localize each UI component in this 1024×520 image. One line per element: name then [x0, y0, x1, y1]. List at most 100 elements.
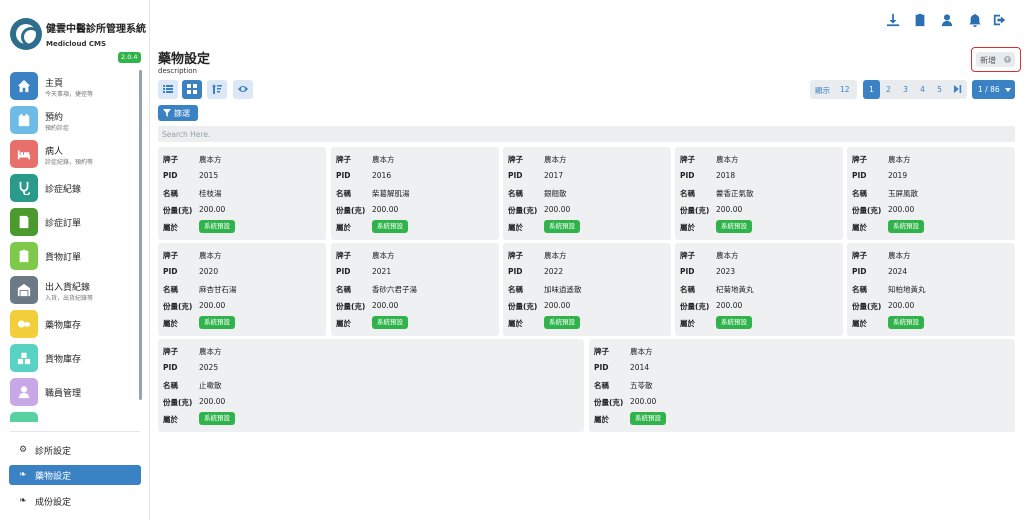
sidebar-item-stock-log[interactable]: 出入貨紀錄 入貨，出貨紀錄等: [10, 276, 140, 304]
sidebar-item-records[interactable]: 診症紀錄: [10, 174, 140, 202]
sidebar-item-label: 診所設定: [35, 447, 72, 457]
card-label-name: 名稱: [852, 189, 867, 198]
sidebar-item-label: 總覽: [45, 420, 63, 422]
sidebar-item-staff[interactable]: 職員管理: [10, 378, 140, 406]
sidebar-item-label: 貨物庫存: [45, 355, 82, 365]
sidebar-item-goods-stock[interactable]: 貨物庫存: [10, 344, 140, 372]
page-size-select[interactable]: 顯示 12: [810, 80, 857, 99]
page-button-1[interactable]: 1: [863, 80, 880, 99]
sidebar-item-orders[interactable]: 診症訂單: [10, 208, 140, 236]
medicine-card[interactable]: 牌子 農本方 PID 2023 名稱 杞菊地黃丸 份量(克) 200.00 屬於 系統預設: [675, 243, 843, 336]
card-label-pid: PID: [852, 267, 867, 276]
sidebar-item-overview[interactable]: 總覽: [10, 412, 140, 422]
sidebar-item-goods-orders[interactable]: 貨物訂單: [10, 242, 140, 270]
medicine-card[interactable]: 牌子 農本方 PID 2015 名稱 桂枝湯 份量(克) 200.00 屬於 系統預設: [158, 147, 326, 240]
medicine-card[interactable]: 牌子 農本方 PID 2020 名稱 麻杏甘石湯 份量(克) 200.00 屬於 系統預設: [158, 243, 326, 336]
filter-button[interactable]: 篩選: [158, 105, 198, 121]
card-label-name: 名稱: [163, 285, 178, 294]
card-row-qty: 份量(克) 200.00: [852, 299, 1012, 313]
card-label-qty: 份量(克): [163, 302, 193, 311]
sidebar-item-ingredient-settings[interactable]: ❧ 成份設定: [9, 491, 141, 511]
sidebar-item-label: 職員管理: [45, 389, 82, 399]
sidebar-item-label: 病人: [45, 147, 64, 157]
user-icon[interactable]: [940, 12, 954, 27]
card-value-name: 五苓散: [630, 381, 653, 390]
bell-icon[interactable]: [968, 12, 982, 27]
sidebar-item-label: 診症紀錄: [45, 185, 82, 195]
card-row-name: 名稱 止嗽散: [163, 378, 568, 392]
add-button-inner[interactable]: 新增 +: [976, 52, 1015, 67]
card-row-belongs: 屬於 系統預設: [163, 412, 568, 426]
download-icon[interactable]: [886, 12, 900, 27]
clipboard-icon[interactable]: [913, 12, 927, 27]
logout-icon[interactable]: [993, 12, 1007, 26]
sidebar-item-label: 主頁: [45, 79, 64, 89]
sidebar-item-label: 出入貨紀錄: [45, 283, 91, 293]
list-view-button[interactable]: [158, 80, 178, 99]
card-row-qty: 份量(克) 200.00: [680, 203, 840, 217]
card-label-name: 名稱: [680, 189, 695, 198]
card-label-pid: PID: [508, 171, 523, 180]
search-input[interactable]: [158, 126, 1015, 142]
card-value-qty: 200.00: [544, 301, 571, 310]
medicine-card[interactable]: 牌子 農本方 PID 2022 名稱 加味逍遙散 份量(克) 200.00 屬於 系統預設: [503, 243, 671, 336]
page-button-3[interactable]: 3: [897, 80, 914, 99]
card-row-brand: 牌子 農本方: [852, 152, 1012, 166]
medicine-card[interactable]: 牌子 農本方 PID 2016 名稱 柴葛解肌湯 份量(克) 200.00 屬於 系統預設: [331, 147, 499, 240]
medicine-card[interactable]: 牌子 農本方 PID 2018 名稱 藿香正氣散 份量(克) 200.00 屬於 系統預設: [675, 147, 843, 240]
card-value-qty: 200.00: [716, 301, 743, 310]
card-row-name: 名稱 香砂六君子湯: [336, 282, 496, 296]
page-title: 藥物設定: [158, 52, 211, 67]
card-label-belongs: 屬於: [594, 415, 609, 424]
card-label-belongs: 屬於: [852, 319, 867, 328]
medicine-card[interactable]: 牌子 農本方 PID 2019 名稱 玉屏風散 份量(克) 200.00 屬於 系統預設: [847, 147, 1015, 240]
card-row-brand: 牌子 農本方: [594, 344, 999, 358]
page-button-4[interactable]: 4: [914, 80, 931, 99]
page-jump-select[interactable]: 1 / 86: [972, 80, 1015, 99]
card-label-belongs: 屬於: [508, 223, 523, 232]
medicine-card[interactable]: 牌子 農本方 PID 2014 名稱 五苓散 份量(克) 200.00 屬於 系統預設: [589, 339, 1015, 432]
last-page-button[interactable]: [949, 80, 966, 99]
card-value-brand: 農本方: [199, 155, 222, 164]
card-label-pid: PID: [336, 267, 351, 276]
filter-icon: [163, 109, 171, 117]
card-label-belongs: 屬於: [852, 223, 867, 232]
grid-view-button[interactable]: [182, 80, 202, 99]
card-value-qty: 200.00: [199, 205, 226, 214]
sidebar-item-desc: 診症紀錄，預約等: [45, 159, 94, 166]
sidebar-scrollbar[interactable]: [139, 70, 142, 400]
card-row-qty: 份量(克) 200.00: [508, 203, 668, 217]
add-button[interactable]: 新增 +: [971, 47, 1021, 72]
card-value-brand: 農本方: [544, 155, 567, 164]
medicine-card[interactable]: 牌子 農本方 PID 2021 名稱 香砂六君子湯 份量(克) 200.00 屬於 系統預設: [331, 243, 499, 336]
card-label-pid: PID: [163, 267, 178, 276]
medicine-card[interactable]: 牌子 農本方 PID 2017 名稱 銀翹散 份量(克) 200.00 屬於 系統預設: [503, 147, 671, 240]
sort-button[interactable]: [207, 80, 227, 99]
card-label-qty: 份量(克): [336, 302, 366, 311]
page-button-5[interactable]: 5: [931, 80, 948, 99]
card-label-brand: 牌子: [680, 155, 695, 164]
sidebar-item-label: 貨物訂單: [45, 253, 82, 263]
medicine-card[interactable]: 牌子 農本方 PID 2024 名稱 知柏地黃丸 份量(克) 200.00 屬於 系統預設: [847, 243, 1015, 336]
card-value-qty: 200.00: [716, 205, 743, 214]
card-label-pid: PID: [594, 363, 609, 372]
medicine-card[interactable]: 牌子 農本方 PID 2025 名稱 止嗽散 份量(克) 200.00 屬於 系統預設: [158, 339, 584, 432]
card-label-qty: 份量(克): [594, 398, 624, 407]
sidebar-item-patients[interactable]: 病人 診症紀錄，預約等: [10, 140, 140, 168]
sidebar-item-medicine-stock[interactable]: 藥物庫存: [10, 310, 140, 338]
status-badge: 系統預設: [544, 316, 580, 329]
page-button-2[interactable]: 2: [880, 80, 897, 99]
sidebar-item-clinic-settings[interactable]: ⚙ 診所設定: [9, 440, 141, 460]
card-row-belongs: 屬於 系統預設: [852, 220, 1012, 234]
sidebar-item-appointments[interactable]: 預約 預約診症: [10, 106, 140, 134]
status-badge: 系統預設: [888, 220, 924, 233]
card-label-qty: 份量(克): [852, 302, 882, 311]
card-row-pid: PID 2025: [163, 361, 568, 375]
sidebar-item-medicine-settings[interactable]: ❧ 藥物設定: [9, 465, 141, 485]
visibility-button[interactable]: [233, 80, 253, 99]
card-row-belongs: 屬於 系統預設: [508, 316, 668, 330]
card-label-belongs: 屬於: [680, 223, 695, 232]
sidebar-item-home[interactable]: 主頁 今天事項，捷徑等: [10, 72, 140, 100]
card-row-brand: 牌子 農本方: [852, 248, 1012, 262]
logo: [10, 18, 42, 50]
